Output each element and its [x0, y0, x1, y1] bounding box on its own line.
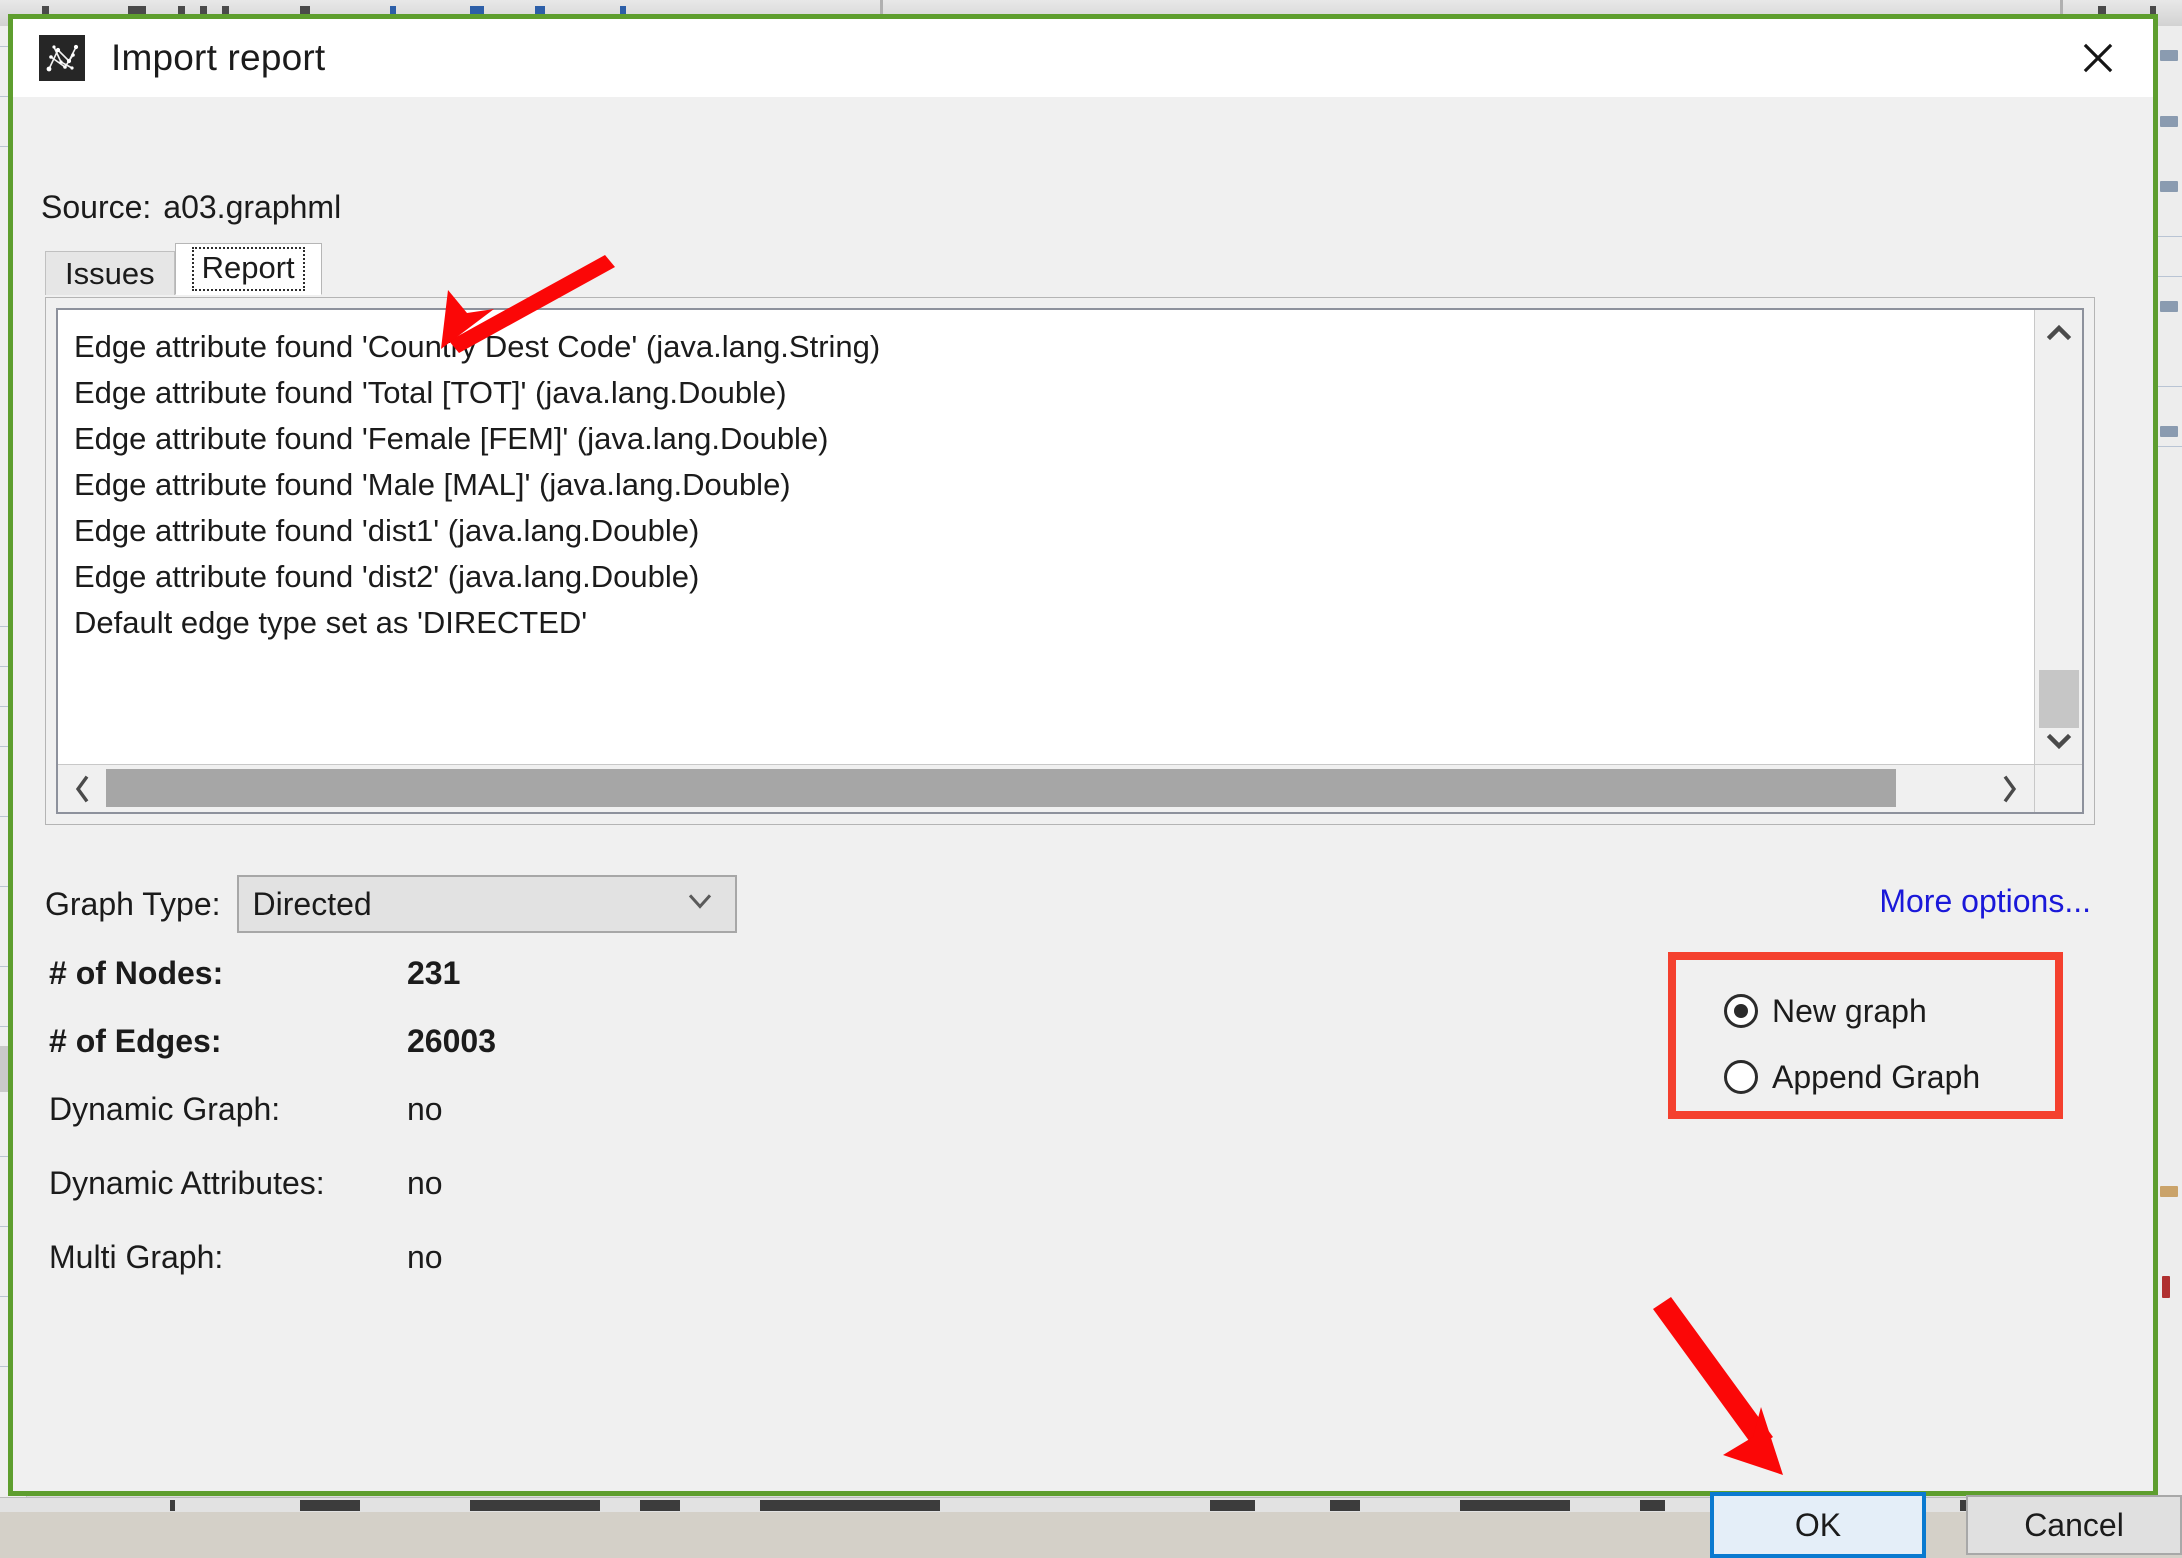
radio-unselected-icon — [1724, 1060, 1758, 1094]
cancel-button[interactable]: Cancel — [1966, 1495, 2182, 1555]
stat-row-dynamic-attributes: Dynamic Attributes: no — [49, 1165, 496, 1239]
ok-button[interactable]: OK — [1710, 1492, 1926, 1558]
stat-row-dynamic-graph: Dynamic Graph: no — [49, 1091, 496, 1165]
report-textarea[interactable]: Edge attribute found 'Country Dest Code'… — [56, 308, 2084, 814]
report-vscroll-track[interactable] — [2035, 356, 2082, 718]
report-tabstrip: Issues Report — [45, 247, 322, 295]
stat-label: Dynamic Graph: — [49, 1091, 407, 1128]
report-panel: Edge attribute found 'Country Dest Code'… — [45, 297, 2095, 825]
radio-selected-icon — [1724, 994, 1758, 1028]
stat-row-edges: # of Edges: 26003 — [49, 1023, 496, 1091]
cancel-button-label: Cancel — [2024, 1507, 2124, 1544]
source-row: Source: a03.graphml — [41, 189, 341, 226]
radio-new-graph-label: New graph — [1772, 993, 1927, 1030]
tab-issues[interactable]: Issues — [45, 251, 175, 295]
source-label: Source: — [41, 189, 151, 225]
radio-new-graph[interactable]: New graph — [1724, 978, 2055, 1044]
stat-label: # of Edges: — [49, 1023, 407, 1060]
tab-report-label: Report — [192, 247, 305, 291]
stat-value: 231 — [407, 955, 460, 992]
report-line: Edge attribute found 'Male [MAL]' (java.… — [62, 462, 2034, 508]
chevron-up-icon[interactable] — [2035, 310, 2082, 356]
chevron-left-icon[interactable] — [58, 765, 106, 812]
graph-type-label: Graph Type: — [45, 886, 221, 923]
source-value: a03.graphml — [163, 189, 341, 225]
stat-label: # of Nodes: — [49, 955, 407, 992]
graph-type-value: Directed — [253, 886, 372, 923]
dialog-body: Source: a03.graphml Issues Report Edge at… — [13, 97, 2153, 1491]
stat-label: Dynamic Attributes: — [49, 1165, 407, 1202]
graph-stats-list: # of Nodes: 231 # of Edges: 26003 Dynami… — [49, 955, 496, 1313]
graph-type-row: Graph Type: Directed — [45, 875, 737, 933]
radio-append-graph[interactable]: Append Graph — [1724, 1044, 2055, 1110]
more-options-link[interactable]: More options... — [1879, 883, 2091, 920]
stat-label: Multi Graph: — [49, 1239, 407, 1276]
tab-report[interactable]: Report — [175, 243, 322, 295]
tab-issues-label: Issues — [65, 256, 155, 292]
ok-button-label: OK — [1795, 1507, 1841, 1544]
close-icon[interactable] — [2061, 28, 2135, 88]
report-vertical-scrollbar[interactable] — [2034, 310, 2082, 764]
stat-row-multi-graph: Multi Graph: no — [49, 1239, 496, 1313]
report-line: Edge attribute found 'Female [FEM]' (jav… — [62, 416, 2034, 462]
dialog-titlebar: Import report — [13, 19, 2153, 97]
report-hscroll-thumb[interactable] — [106, 769, 1896, 807]
scrollbar-corner — [2034, 764, 2082, 812]
chevron-right-icon[interactable] — [1986, 765, 2034, 812]
stat-row-nodes: # of Nodes: 231 — [49, 955, 496, 1023]
stat-value: no — [407, 1091, 443, 1128]
report-line: Edge attribute found 'dist2' (java.lang.… — [62, 554, 2034, 600]
report-line: Default edge type set as 'DIRECTED' — [62, 600, 2034, 646]
stat-value: no — [407, 1165, 443, 1202]
stat-value: 26003 — [407, 1023, 496, 1060]
graph-type-select[interactable]: Directed — [237, 875, 737, 933]
chevron-down-icon[interactable] — [2035, 718, 2082, 764]
import-mode-highlight-box: New graph Append Graph — [1668, 952, 2063, 1119]
report-horizontal-scrollbar[interactable] — [58, 764, 2034, 812]
gephi-logo-icon — [39, 35, 85, 81]
report-line: Edge attribute found 'Country Dest Code'… — [62, 324, 2034, 370]
report-line: Edge attribute found 'dist1' (java.lang.… — [62, 508, 2034, 554]
arrow-to-ok-button — [1623, 1297, 1843, 1497]
import-report-dialog: Import report Source: a03.graphml Issues … — [8, 14, 2158, 1496]
stat-value: no — [407, 1239, 443, 1276]
radio-append-graph-label: Append Graph — [1772, 1059, 1980, 1096]
report-text-content: Edge attribute found 'Country Dest Code'… — [58, 310, 2034, 764]
chevron-down-icon — [685, 892, 715, 917]
report-line: Edge attribute found 'Total [TOT]' (java… — [62, 370, 2034, 416]
dialog-title: Import report — [111, 37, 325, 79]
